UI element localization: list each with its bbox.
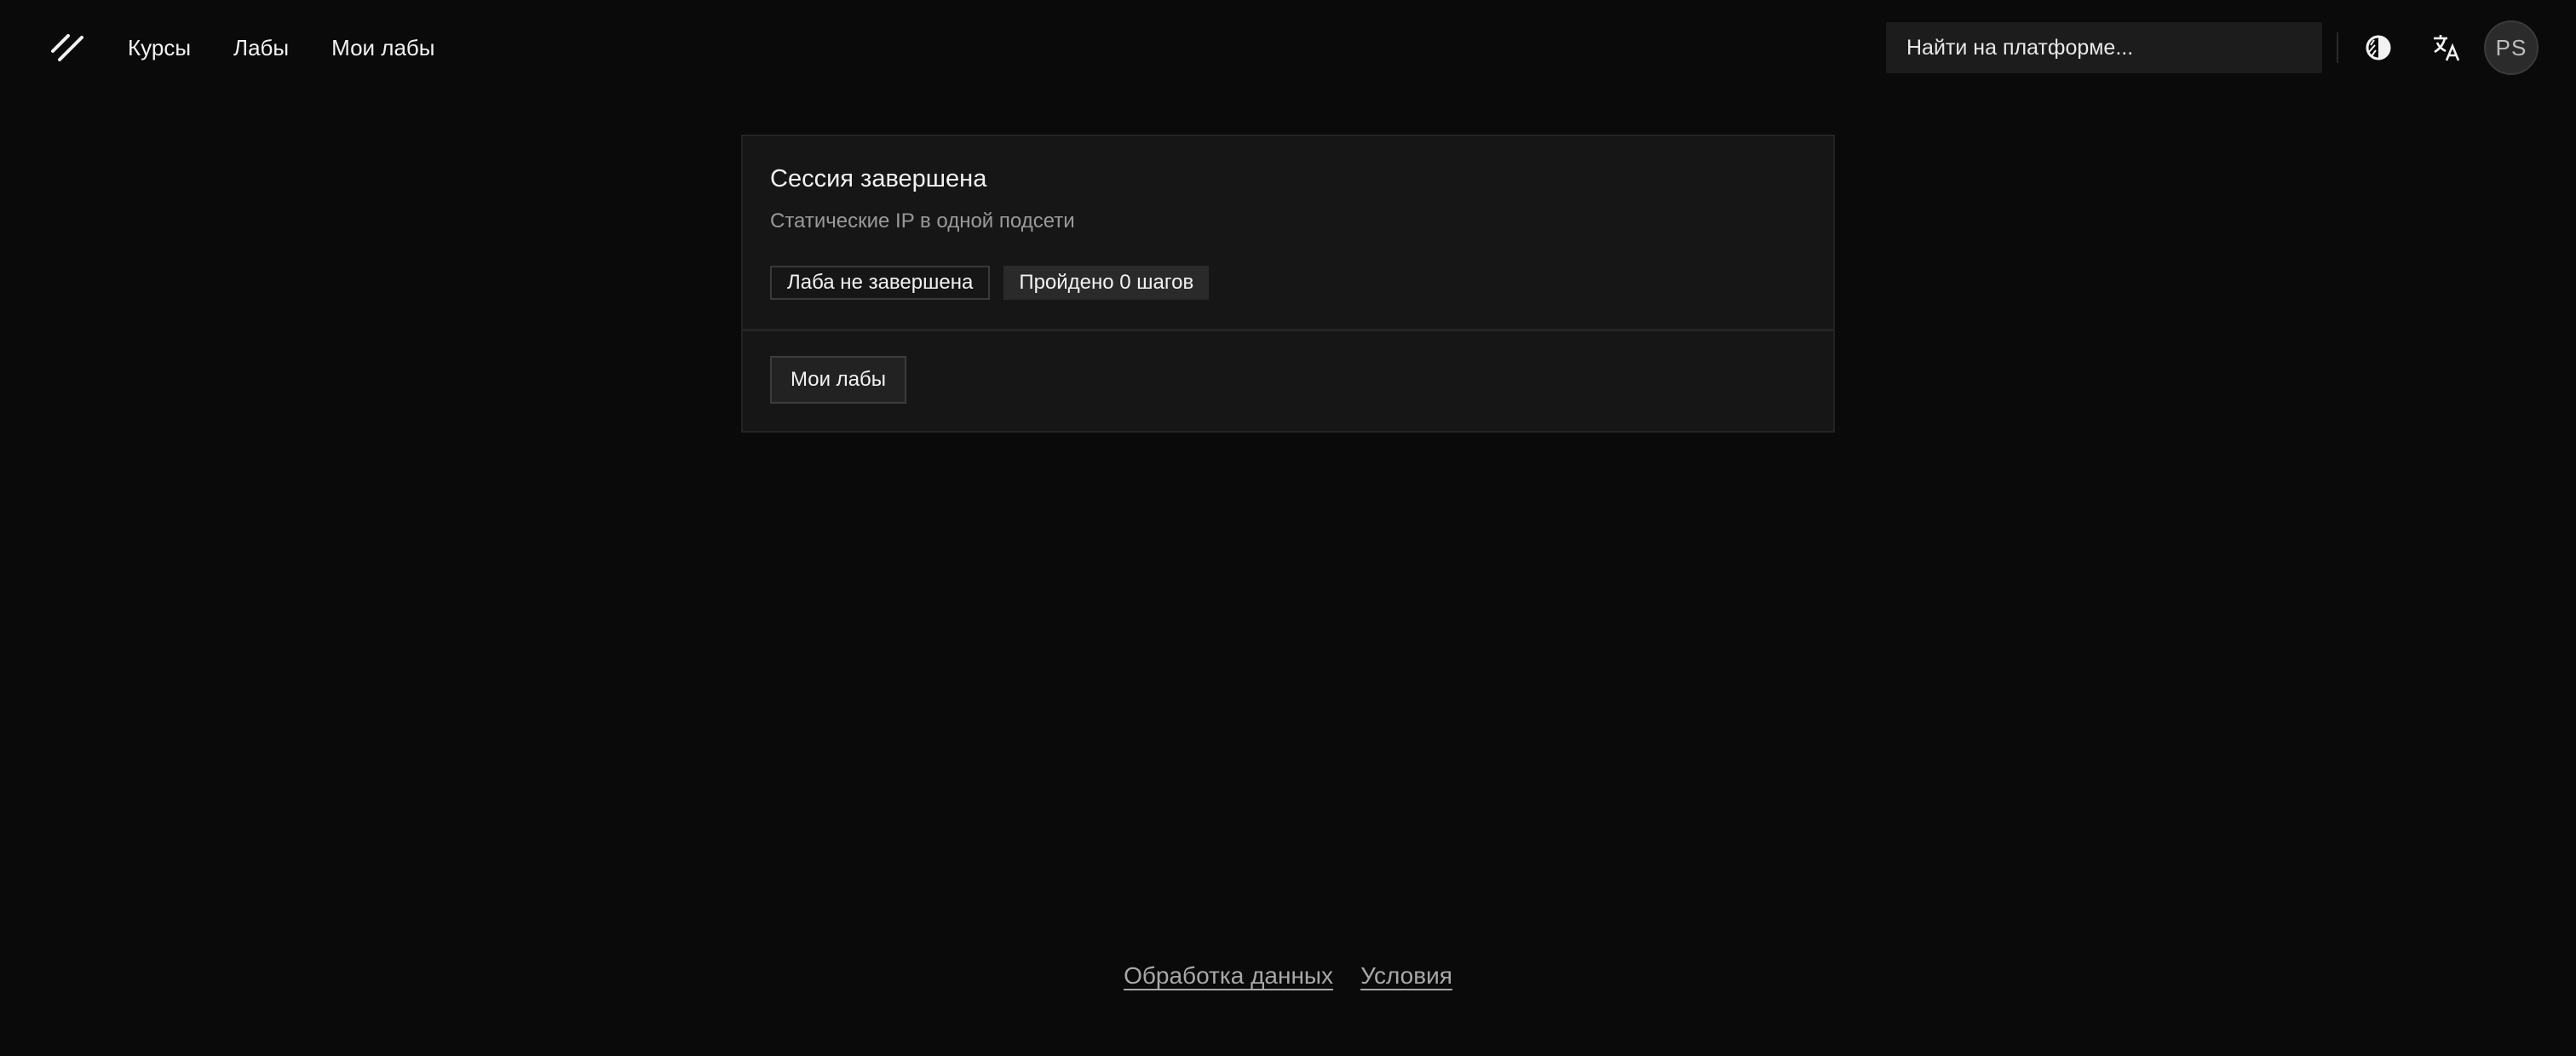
card-divider bbox=[743, 329, 1833, 331]
translate-icon bbox=[2434, 35, 2460, 61]
theme-toggle-button[interactable] bbox=[2358, 27, 2399, 68]
data-processing-link[interactable]: Обработка данных bbox=[1124, 962, 1333, 990]
lab-name: Статические IP в одной подсети bbox=[770, 209, 1075, 232]
nav-link-labs[interactable]: Лабы bbox=[233, 35, 289, 61]
session-title: Сессия завершена bbox=[770, 165, 987, 192]
footer: Обработка данных Условия bbox=[0, 952, 2576, 1000]
top-bar: Курсы Лабы Мои лабы PS bbox=[0, 0, 2576, 95]
search-input[interactable] bbox=[1886, 22, 2322, 73]
header-divider bbox=[2337, 32, 2338, 63]
my-labs-button[interactable]: Мои лабы bbox=[770, 356, 907, 404]
contrast-icon bbox=[2366, 35, 2391, 60]
nav-link-courses[interactable]: Курсы bbox=[128, 35, 191, 61]
main-nav: Курсы Лабы Мои лабы bbox=[128, 0, 478, 95]
nav-link-my-labs[interactable]: Мои лабы bbox=[331, 35, 434, 61]
avatar[interactable]: PS bbox=[2484, 20, 2539, 75]
steps-count-badge: Пройдено 0 шагов bbox=[1003, 266, 1210, 300]
terms-link[interactable]: Условия bbox=[1360, 962, 1452, 990]
lab-status-badge: Лаба не завершена bbox=[770, 266, 991, 300]
status-badges: Лаба не завершена Пройдено 0 шагов bbox=[770, 266, 1222, 300]
language-button[interactable] bbox=[2426, 27, 2467, 68]
session-summary: Сессия завершена Статические IP в одной … bbox=[743, 136, 1833, 329]
slash-logo-icon[interactable] bbox=[49, 31, 87, 65]
session-card: Сессия завершена Статические IP в одной … bbox=[741, 135, 1835, 433]
